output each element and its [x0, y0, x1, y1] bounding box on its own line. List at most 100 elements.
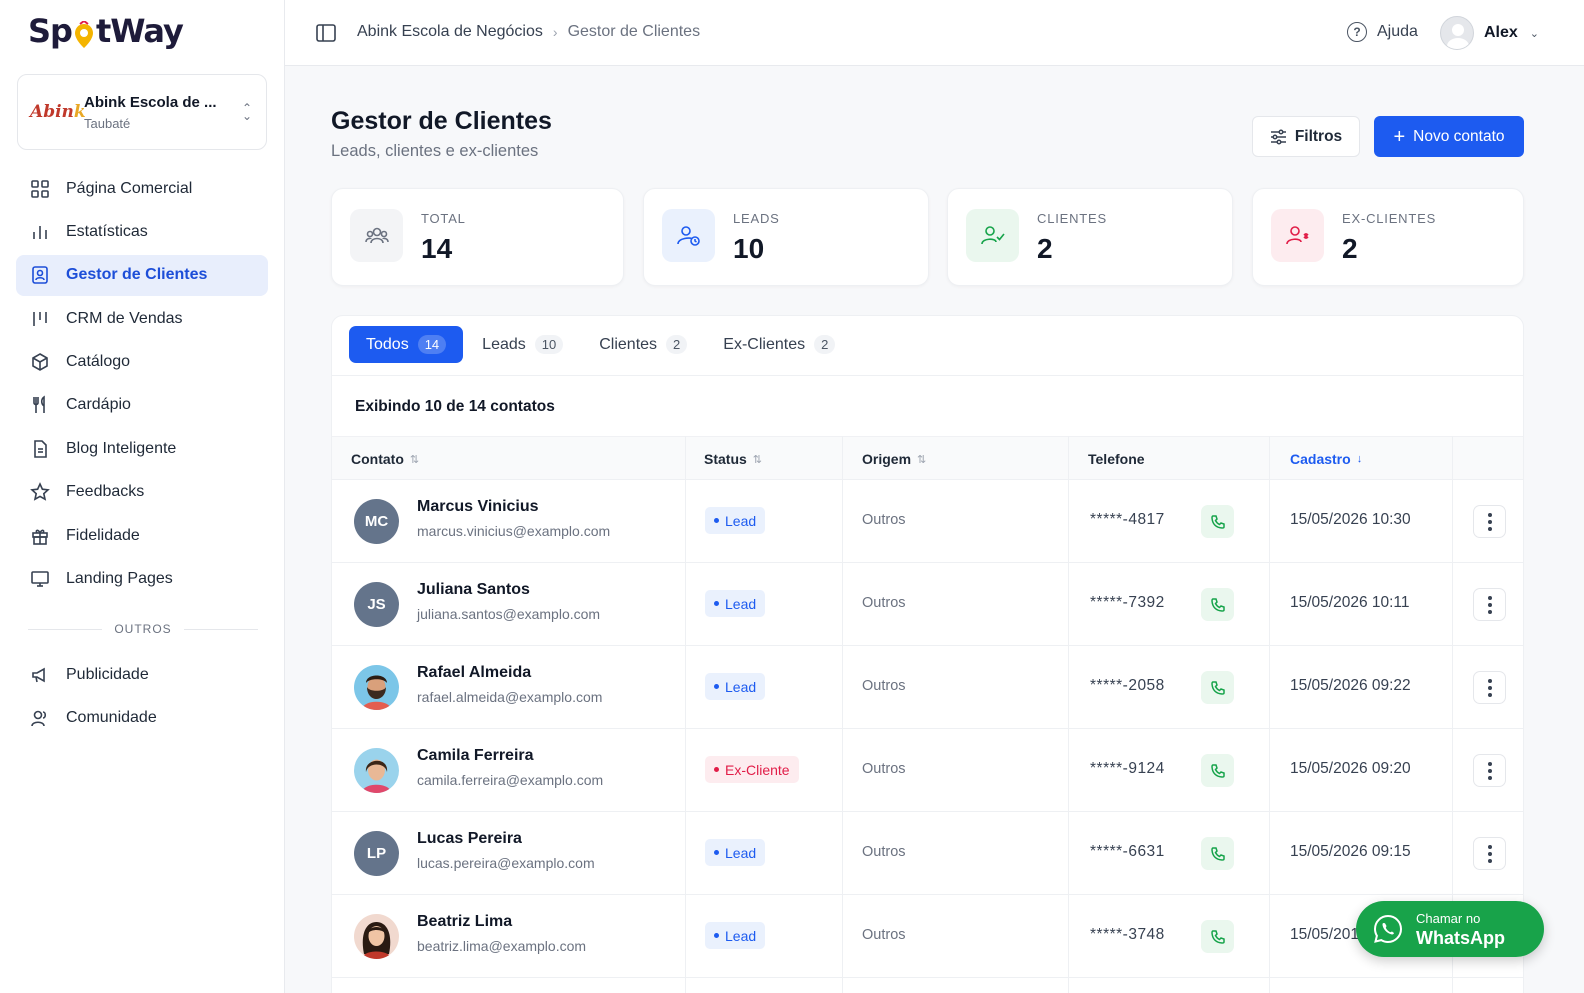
business-logo: Abin k — [30, 102, 86, 122]
gift-icon — [32, 529, 48, 545]
table-row[interactable]: Rafael Almeida rafael.almeida@examplo.co… — [332, 646, 1523, 729]
kanban-icon — [33, 311, 47, 326]
person-avatar-woman-short — [362, 759, 391, 793]
column-header-origem[interactable]: Origem ⇅ — [862, 451, 926, 467]
contact-name[interactable]: Juliana Santos — [417, 581, 530, 599]
sidebar-item-pagina-comercial[interactable]: Página Comercial — [16, 168, 268, 209]
row-actions-button[interactable] — [1473, 671, 1506, 704]
stat-card-ex-clientes: EX-CLIENTES 2 — [1252, 188, 1524, 286]
sliders-icon — [1270, 129, 1286, 145]
tab-todos[interactable]: Todos 14 — [349, 326, 464, 363]
column-header-contato[interactable]: Contato ⇅ — [351, 451, 419, 467]
users-group-icon — [350, 209, 403, 262]
sidebar-item-label: Gestor de Clientes — [66, 266, 208, 284]
new-contact-label: Novo contato — [1413, 127, 1505, 145]
sidebar-item-label: Publicidade — [66, 665, 149, 683]
phone-icon — [1210, 597, 1225, 612]
sidebar-item-label: Fidelidade — [66, 526, 140, 544]
person-avatar-woman-long — [362, 922, 391, 959]
origin-text: Outros — [862, 844, 906, 860]
sidebar-item-publicidade[interactable]: Publicidade — [16, 654, 268, 695]
stat-value: 10 — [733, 233, 765, 264]
stat-label: LEADS — [733, 211, 780, 226]
new-contact-button[interactable]: + Novo contato — [1374, 116, 1524, 157]
sidebar-item-cardapio[interactable]: Cardápio — [16, 385, 268, 426]
table-row[interactable]: MC Marcus Vinicius marcus.vinicius@examp… — [332, 480, 1523, 563]
status-badge: Lead — [705, 673, 766, 700]
avatar — [354, 748, 399, 793]
sidebar-item-gestor-de-clientes[interactable]: Gestor de Clientes — [16, 254, 268, 296]
contact-name[interactable]: Rafael Almeida — [417, 664, 531, 682]
phone-icon — [1210, 763, 1225, 778]
plus-icon: + — [1393, 125, 1406, 148]
contact-name[interactable]: Beatriz Lima — [417, 913, 512, 931]
utensils-icon — [33, 395, 45, 414]
status-badge: Lead — [705, 839, 766, 866]
contact-email: beatriz.lima@examplo.com — [417, 938, 587, 954]
sidebar-toggle-icon[interactable] — [316, 24, 336, 42]
row-actions-button[interactable] — [1473, 754, 1506, 787]
logo-text-right: tWay — [95, 12, 184, 50]
arrow-down-icon: ↓ — [1356, 453, 1363, 465]
table-row[interactable]: Beatriz Lima beatriz.lima@examplo.com Le… — [332, 895, 1523, 978]
tab-leads[interactable]: Leads 10 — [465, 326, 580, 363]
table-row[interactable]: JS Juliana Santos juliana.santos@examplo… — [332, 563, 1523, 646]
more-vertical-icon — [1487, 602, 1492, 607]
contact-name[interactable]: Marcus Vinicius — [417, 498, 539, 516]
chevron-down-icon: ⌄ — [1529, 27, 1540, 40]
user-menu[interactable]: Alex ⌄ — [1440, 16, 1539, 50]
sidebar-nav-other: Publicidade Comunidade — [16, 654, 268, 741]
avatar — [354, 665, 399, 710]
origin-text: Outros — [862, 595, 906, 611]
sidebar-item-crm-de-vendas[interactable]: CRM de Vendas — [16, 298, 268, 339]
table-row[interactable]: Camila Ferreira camila.ferreira@examplo.… — [332, 729, 1523, 812]
sidebar-item-fidelidade[interactable]: Fidelidade — [16, 515, 268, 556]
contact-email: rafael.almeida@examplo.com — [417, 689, 603, 705]
more-vertical-icon — [1487, 519, 1492, 524]
more-vertical-icon — [1487, 851, 1492, 856]
call-button[interactable] — [1201, 920, 1234, 953]
spotway-logo[interactable]: Sp tWay — [28, 6, 184, 56]
phone-text: *****-4817 — [1090, 511, 1165, 528]
breadcrumb-business[interactable]: Abink Escola de Negócios — [357, 23, 543, 41]
table-row[interactable]: LP Lucas Pereira lucas.pereira@examplo.c… — [332, 812, 1523, 895]
whatsapp-button[interactable]: Chamar no WhatsApp — [1356, 901, 1544, 957]
call-button[interactable] — [1201, 505, 1234, 538]
tab-ex-clientes[interactable]: Ex-Clientes 2 — [706, 326, 852, 363]
contact-name[interactable]: Lucas Pereira — [417, 830, 522, 848]
sidebar-item-landing-pages[interactable]: Landing Pages — [16, 559, 268, 600]
stat-card-leads: LEADS 10 — [643, 188, 929, 286]
call-button[interactable] — [1201, 754, 1234, 787]
whatsapp-line2: WhatsApp — [1416, 928, 1505, 948]
phone-text: *****-7392 — [1090, 594, 1165, 611]
sidebar-item-catalogo[interactable]: Catálogo — [16, 342, 268, 383]
sidebar-item-comunidade[interactable]: Comunidade — [16, 697, 268, 738]
created-date: 15/05/2026 09:22 — [1290, 677, 1411, 694]
sidebar-item-estatisticas[interactable]: Estatísticas — [16, 211, 268, 252]
contact-email: juliana.santos@examplo.com — [417, 606, 601, 622]
business-switcher[interactable]: Abin k Abink Escola de ... Taubaté ⌃ ⌄ — [17, 74, 267, 150]
page-title: Gestor de Clientes — [331, 107, 552, 135]
top-bar: Abink Escola de Negócios › Gestor de Cli… — [285, 0, 1584, 66]
sidebar-item-blog-inteligente[interactable]: Blog Inteligente — [16, 428, 268, 469]
sidebar-item-feedbacks[interactable]: Feedbacks — [16, 472, 268, 513]
created-date: 15/05/2026 10:11 — [1290, 594, 1410, 611]
stat-label: EX-CLIENTES — [1342, 211, 1437, 226]
avatar: JS — [354, 582, 399, 627]
column-header-cadastro[interactable]: Cadastro ↓ — [1290, 451, 1362, 467]
filters-button[interactable]: Filtros — [1252, 116, 1360, 157]
sidebar-item-label: CRM de Vendas — [66, 309, 183, 327]
row-actions-button[interactable] — [1473, 505, 1506, 538]
call-button[interactable] — [1201, 837, 1234, 870]
call-button[interactable] — [1201, 671, 1234, 704]
row-actions-button[interactable] — [1473, 837, 1506, 870]
contact-name[interactable]: Camila Ferreira — [417, 747, 534, 765]
call-button[interactable] — [1201, 588, 1234, 621]
phone-icon — [1210, 846, 1225, 861]
row-actions-button[interactable] — [1473, 588, 1506, 621]
help-button[interactable]: ? Ajuda — [1347, 22, 1418, 42]
phone-text: *****-9124 — [1090, 760, 1165, 777]
person-avatar-man-beard — [362, 675, 391, 710]
column-header-status[interactable]: Status ⇅ — [704, 451, 762, 467]
tab-clientes[interactable]: Clientes 2 — [582, 326, 704, 363]
